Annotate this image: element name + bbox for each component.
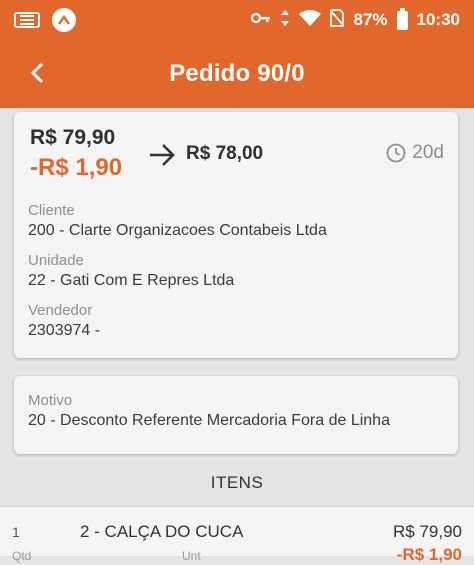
back-button[interactable] (22, 56, 52, 90)
right-arrow-icon (150, 144, 175, 166)
key-icon (251, 11, 271, 29)
status-bar: 87% 10:30 (0, 0, 474, 40)
motivo-card: Motivo 20 - Desconto Referente Mercadori… (14, 376, 458, 454)
battery-icon (396, 7, 408, 30)
clock-icon (386, 143, 406, 163)
item-description: 2 - CALÇA DO CUCA (80, 522, 244, 541)
unidade-label: Unidade (28, 252, 84, 269)
list-item[interactable]: 1 2 - CALÇA DO CUCA R$ 79,90 Qtd Unt -R$… (0, 506, 474, 564)
motivo-label: Motivo (28, 392, 73, 409)
cliente-value: 200 - Clarte Organizacoes Contabeis Ltda (28, 222, 327, 239)
item-discount: -R$ 1,90 (396, 545, 462, 564)
itens-section-header: ITENS (210, 473, 264, 492)
final-price: R$ 78,00 (186, 143, 264, 164)
days-badge: 20d (386, 142, 444, 164)
back-arrow-icon (30, 62, 44, 84)
item-unt-label: Unt (182, 549, 201, 563)
cliente-label: Cliente (28, 202, 75, 219)
days-value: 20d (412, 142, 444, 163)
no-sim-icon (329, 8, 346, 32)
app-bar: Pedido 90/0 (0, 40, 474, 108)
app-notification-icon (52, 8, 76, 32)
original-price: R$ 79,90 (30, 126, 116, 149)
item-price: R$ 79,90 (393, 522, 462, 541)
discount-value: -R$ 1,90 (30, 154, 123, 181)
item-seq: 1 (12, 524, 20, 540)
vendedor-value: 2303974 - (28, 322, 101, 339)
page-title: Pedido 90/0 (169, 60, 305, 87)
item-qtd-label: Qtd (12, 549, 32, 563)
battery-percent: 87% (353, 10, 388, 29)
price-row: R$ 79,90 -R$ 1,90 R$ 78,00 20d (30, 126, 444, 182)
keyboard-icon (14, 12, 40, 28)
unidade-value: 22 - Gati Com E Repres Ltda (28, 272, 235, 289)
data-arrows-icon (280, 9, 290, 31)
wifi-icon (299, 9, 322, 31)
motivo-value: 20 - Desconto Referente Mercadoria Fora … (28, 412, 390, 429)
order-summary-card: R$ 79,90 -R$ 1,90 R$ 78,00 20d Cliente 2… (14, 112, 458, 358)
clock-time: 10:30 (416, 10, 460, 29)
vendedor-label: Vendedor (28, 302, 93, 319)
